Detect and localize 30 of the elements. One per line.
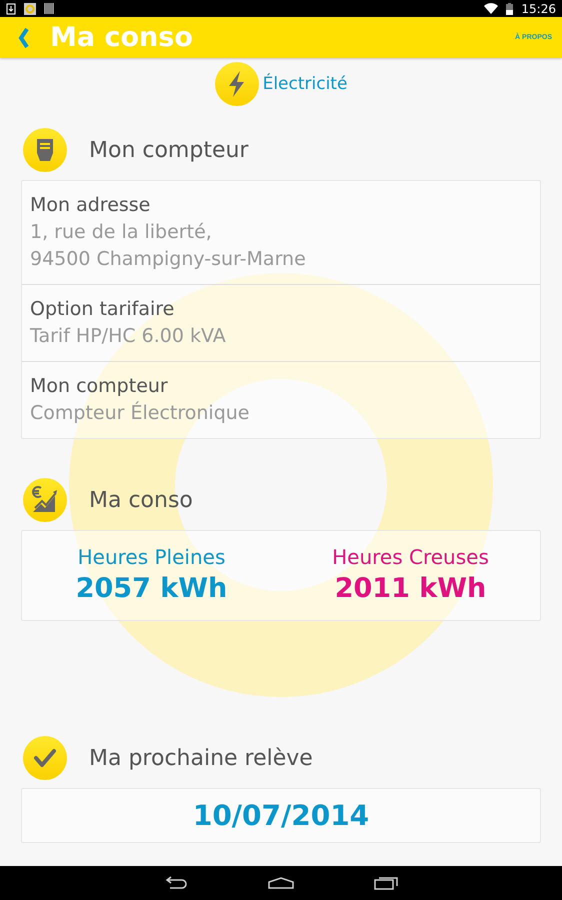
field-value: 1, rue de la liberté, [30,220,213,245]
consumption-value: 2057 kWh [76,573,228,604]
field-value: Compteur Électronique [30,400,250,426]
field-label: Mon compteur [30,374,169,399]
app-icon [24,2,36,14]
home-icon[interactable] [268,877,294,889]
lightning-icon [214,62,259,106]
wifi-icon [484,3,498,14]
field-label: Option tarifaire [30,297,176,322]
battery-icon [506,2,514,14]
energy-label: Électricité [262,74,348,94]
consumption-value: 2011 kWh [334,573,486,604]
section-title: Ma conso [89,488,193,512]
section-title: Ma prochaine relève [89,746,313,770]
recents-icon[interactable] [374,876,398,890]
barcode-icon [44,3,54,14]
screen-title: Ma conso [50,22,194,53]
clock: 15:26 [521,2,556,16]
back-nav-icon[interactable] [164,876,188,890]
section-title: Mon compteur [89,138,248,162]
period-label: Heures Creuses [332,545,489,569]
meter-icon [23,128,67,172]
field-value: Tarif HP/HC 6.00 kVA [30,324,227,349]
reading-date: 10/07/2014 [192,799,370,832]
euro-chart-icon [23,478,67,522]
period-label: Heures Pleines [78,545,226,569]
field-label: Mon adresse [30,193,152,218]
field-value: 94500 Champigny-sur-Marne [30,247,307,272]
check-icon [23,736,67,780]
download-icon [6,2,16,14]
